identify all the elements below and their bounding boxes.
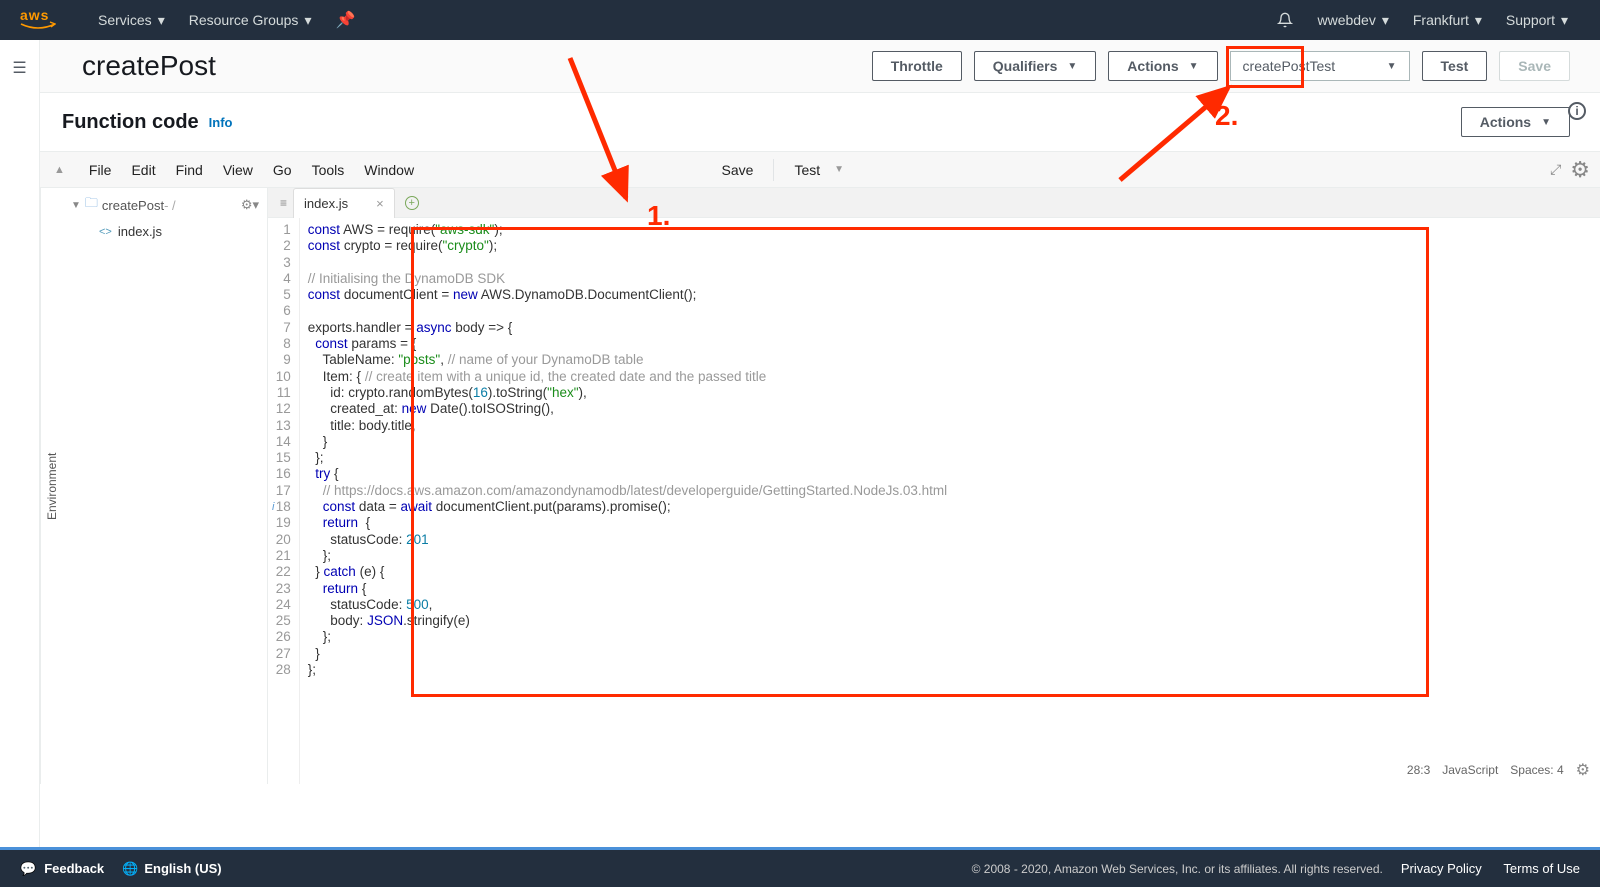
notifications-icon[interactable] xyxy=(1265,12,1305,28)
code-editor: ▲ FileEditFindViewGoToolsWindow Save Tes… xyxy=(40,152,1600,784)
annotation-label-1: 1. xyxy=(647,200,670,232)
side-drawer: ☰ xyxy=(0,40,40,847)
user-menu[interactable]: wwebdev▾ xyxy=(1305,12,1400,29)
js-file-icon: <> xyxy=(99,226,112,238)
actions-button[interactable]: Actions▼ xyxy=(1108,51,1217,81)
file-index-js[interactable]: <> index.js xyxy=(63,222,267,241)
panel-header: Function code Info Actions▼ xyxy=(40,93,1600,152)
resource-groups-menu[interactable]: Resource Groups▾ xyxy=(177,12,324,29)
pin-icon[interactable]: 📌 xyxy=(323,10,367,30)
save-button[interactable]: Save xyxy=(1499,51,1570,81)
test-event-select[interactable]: createPostTest▼ xyxy=(1230,51,1410,81)
aws-logo[interactable]: aws xyxy=(20,7,56,33)
editor-menubar: ▲ FileEditFindViewGoToolsWindow Save Tes… xyxy=(40,152,1600,188)
editor-status-bar: 28:3 JavaScript Spaces: 4 ⚙ xyxy=(1407,760,1590,780)
menu-window[interactable]: Window xyxy=(354,158,424,182)
panel-info-link[interactable]: Info xyxy=(209,115,233,130)
globe-icon: 🌐 xyxy=(122,861,138,877)
editor-test[interactable]: Test xyxy=(784,158,830,182)
cursor-position: 28:3 xyxy=(1407,763,1430,777)
menu-tools[interactable]: Tools xyxy=(302,158,355,182)
copyright: © 2008 - 2020, Amazon Web Services, Inc.… xyxy=(972,862,1383,876)
function-title: createPost xyxy=(82,50,216,82)
function-code-panel: Function code Info Actions▼ ▲ FileEditFi… xyxy=(40,93,1600,784)
settings-gear-icon[interactable]: ⚙ xyxy=(1570,157,1590,183)
terms-link[interactable]: Terms of Use xyxy=(1503,861,1580,876)
editor-area: ≡ index.js × + 1234567891011121314151617… xyxy=(268,188,1600,784)
collapse-icon[interactable]: ▲ xyxy=(54,164,65,176)
code-viewport[interactable]: 1234567891011121314151617i 1819202122232… xyxy=(268,218,1600,784)
status-language: JavaScript xyxy=(1442,763,1498,777)
annotation-label-2: 2. xyxy=(1215,100,1238,132)
tab-index-js[interactable]: index.js × xyxy=(293,188,395,218)
speech-bubble-icon: 💬 xyxy=(20,861,36,877)
feedback-link[interactable]: 💬 Feedback xyxy=(20,861,104,877)
panel-title: Function code xyxy=(62,111,199,134)
throttle-button[interactable]: Throttle xyxy=(872,51,962,81)
function-header: createPost Throttle Qualifiers▼ Actions▼… xyxy=(40,40,1600,93)
page: createPost Throttle Qualifiers▼ Actions▼… xyxy=(40,40,1600,847)
support-menu[interactable]: Support▾ xyxy=(1494,12,1580,29)
menu-find[interactable]: Find xyxy=(166,158,213,182)
footer: 💬 Feedback 🌐 English (US) © 2008 - 2020,… xyxy=(0,847,1600,887)
file-tree: ▼ 🗀 createPost - / ⚙▾ <> index.js xyxy=(63,188,268,784)
folder-icon: 🗀 xyxy=(85,194,98,216)
qualifiers-button[interactable]: Qualifiers▼ xyxy=(974,51,1097,81)
hamburger-icon[interactable]: ☰ xyxy=(12,58,26,847)
status-gear-icon[interactable]: ⚙ xyxy=(1576,760,1590,780)
services-menu[interactable]: Services▾ xyxy=(86,12,177,29)
menu-file[interactable]: File xyxy=(79,158,122,182)
tab-add-icon[interactable]: + xyxy=(405,196,419,210)
test-button[interactable]: Test xyxy=(1422,51,1488,81)
tab-strip: ≡ index.js × + xyxy=(268,188,1600,218)
fullscreen-icon[interactable]: ⤢ xyxy=(1550,161,1558,178)
panel-actions-button[interactable]: Actions▼ xyxy=(1461,107,1570,137)
menu-view[interactable]: View xyxy=(213,158,263,182)
info-icon[interactable]: i xyxy=(1568,102,1586,120)
tree-gear-icon[interactable]: ⚙▾ xyxy=(241,197,259,213)
global-nav: aws Services▾ Resource Groups▾ 📌 wwebdev… xyxy=(0,0,1600,40)
privacy-link[interactable]: Privacy Policy xyxy=(1401,861,1482,876)
editor-save[interactable]: Save xyxy=(712,158,764,182)
tree-root[interactable]: ▼ 🗀 createPost - / ⚙▾ xyxy=(63,188,267,222)
menu-edit[interactable]: Edit xyxy=(121,158,165,182)
tab-close-icon[interactable]: × xyxy=(376,196,384,211)
status-spaces: Spaces: 4 xyxy=(1510,763,1563,777)
tab-list-icon[interactable]: ≡ xyxy=(274,196,293,210)
environment-tab[interactable]: Environment xyxy=(40,188,63,784)
region-menu[interactable]: Frankfurt▾ xyxy=(1401,12,1494,29)
language-selector[interactable]: 🌐 English (US) xyxy=(122,861,221,877)
menu-go[interactable]: Go xyxy=(263,158,302,182)
